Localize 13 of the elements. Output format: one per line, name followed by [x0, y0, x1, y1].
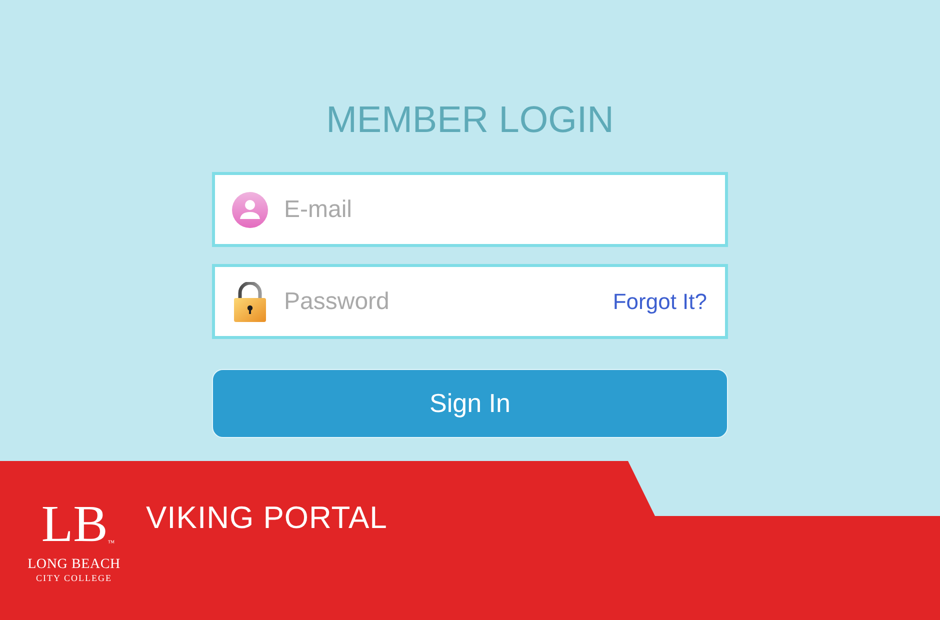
email-field[interactable]: E-mail: [212, 172, 728, 247]
logo-subtitle: CITY COLLEGE: [36, 573, 112, 584]
email-input[interactable]: E-mail: [284, 192, 707, 228]
logo-name: LONG BEACH: [28, 557, 120, 573]
sign-in-button[interactable]: Sign In: [212, 369, 728, 438]
password-field[interactable]: Password Forgot It?: [212, 264, 728, 339]
user-icon: [232, 192, 268, 228]
logo-monogram: LB: [41, 497, 108, 553]
portal-title: VIKING PORTAL: [146, 499, 388, 537]
password-input[interactable]: Password: [284, 284, 597, 320]
forgot-password-link[interactable]: Forgot It?: [612, 288, 707, 314]
padlock-icon: [234, 282, 266, 322]
member-login-title: MEMBER LOGIN: [326, 98, 614, 142]
